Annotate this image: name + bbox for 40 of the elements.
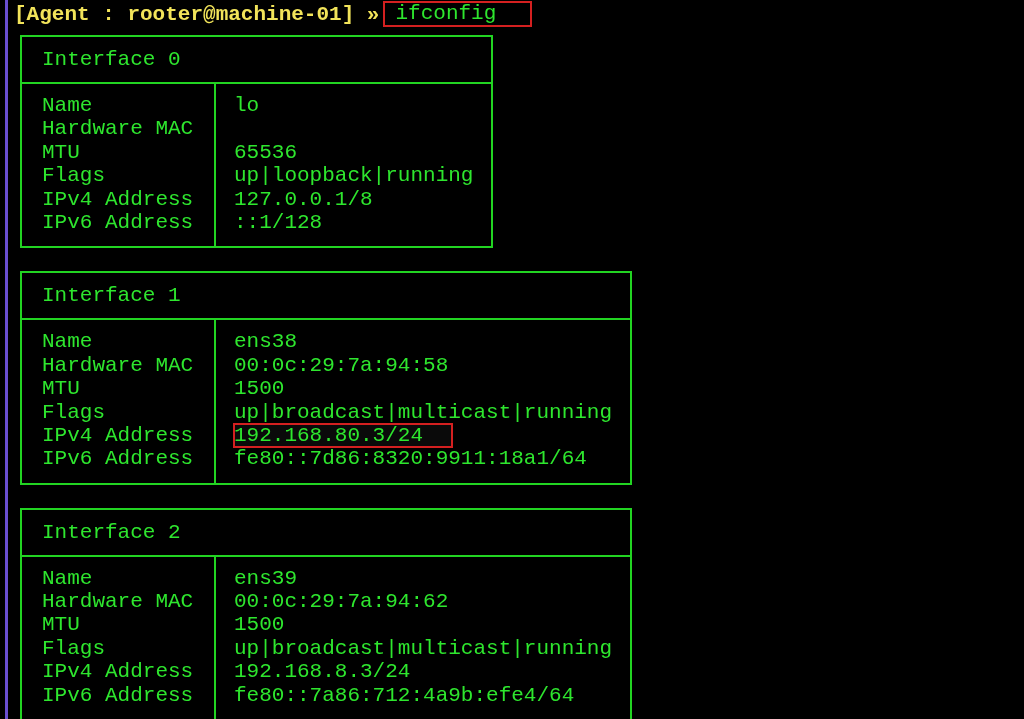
shell-prompt: [Agent : rooter@machine-01] » xyxy=(14,2,380,26)
field-label: Name xyxy=(42,330,94,354)
field-value: up|loopback|running xyxy=(234,164,474,188)
field-value: 192.168.8.3/24 xyxy=(234,660,411,684)
field-label: Name xyxy=(42,94,94,118)
field-label: MTU xyxy=(42,140,81,165)
command-text: ifconfig xyxy=(383,1,533,27)
field-value: fe80::7d86:8320:9911:18a1/64 xyxy=(234,447,587,471)
field-value: 1500 xyxy=(234,613,285,637)
field-value: ::1/128 xyxy=(234,210,323,234)
field-label: IPv4 Address xyxy=(42,423,194,448)
field-label: MTU xyxy=(42,613,81,637)
field-label: IPv4 Address xyxy=(42,187,194,211)
field-value: 65536 xyxy=(234,140,297,164)
field-value: fe80::7a86:712:4a9b:efe4/64 xyxy=(234,683,575,707)
field-label: Flags xyxy=(42,164,106,188)
field-value: 1500 xyxy=(234,377,285,401)
interface-title: Interface 2 xyxy=(42,520,181,544)
field-value: 127.0.0.1/8 xyxy=(234,187,373,211)
field-label: IPv4 Address xyxy=(42,660,194,684)
field-label: IPv6 Address xyxy=(42,447,194,471)
field-value: up|broadcast|multicast|running xyxy=(234,400,613,424)
field-value: 192.168.80.3/24 xyxy=(234,423,424,447)
field-label: Flags xyxy=(42,400,106,424)
field-value: up|broadcast|multicast|running xyxy=(234,636,613,660)
field-label: MTU xyxy=(42,377,81,401)
field-label: IPv6 Address xyxy=(42,683,194,708)
field-label: Hardware MAC xyxy=(42,117,194,141)
field-label: IPv6 Address xyxy=(42,210,194,235)
interface-title: Interface 0 xyxy=(42,48,181,71)
field-value: 00:0c:29:7a:94:62 xyxy=(234,590,449,614)
field-value: 00:0c:29:7a:94:58 xyxy=(234,353,449,377)
field-value: ens39 xyxy=(234,566,297,590)
field-value: ens38 xyxy=(234,330,297,354)
field-label: Hardware MAC xyxy=(42,353,194,378)
field-label: Hardware MAC xyxy=(42,590,194,614)
field-label: Flags xyxy=(42,636,106,661)
field-label: Name xyxy=(42,566,94,591)
field-value: lo xyxy=(234,94,260,117)
interface-title: Interface 1 xyxy=(42,284,181,308)
